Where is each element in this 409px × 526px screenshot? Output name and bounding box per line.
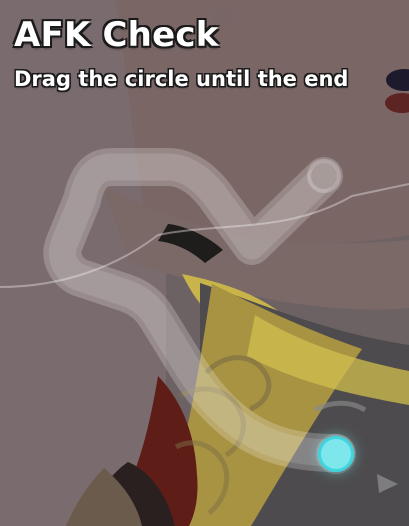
afk-check-screen: AFK Check Drag the circle until the end bbox=[0, 0, 409, 526]
afk-check-title: AFK Check bbox=[14, 15, 219, 55]
drag-circle-icon[interactable] bbox=[318, 436, 354, 472]
drag-instruction-text: Drag the circle until the end bbox=[14, 67, 349, 91]
path-end-ring-icon[interactable] bbox=[307, 159, 341, 193]
